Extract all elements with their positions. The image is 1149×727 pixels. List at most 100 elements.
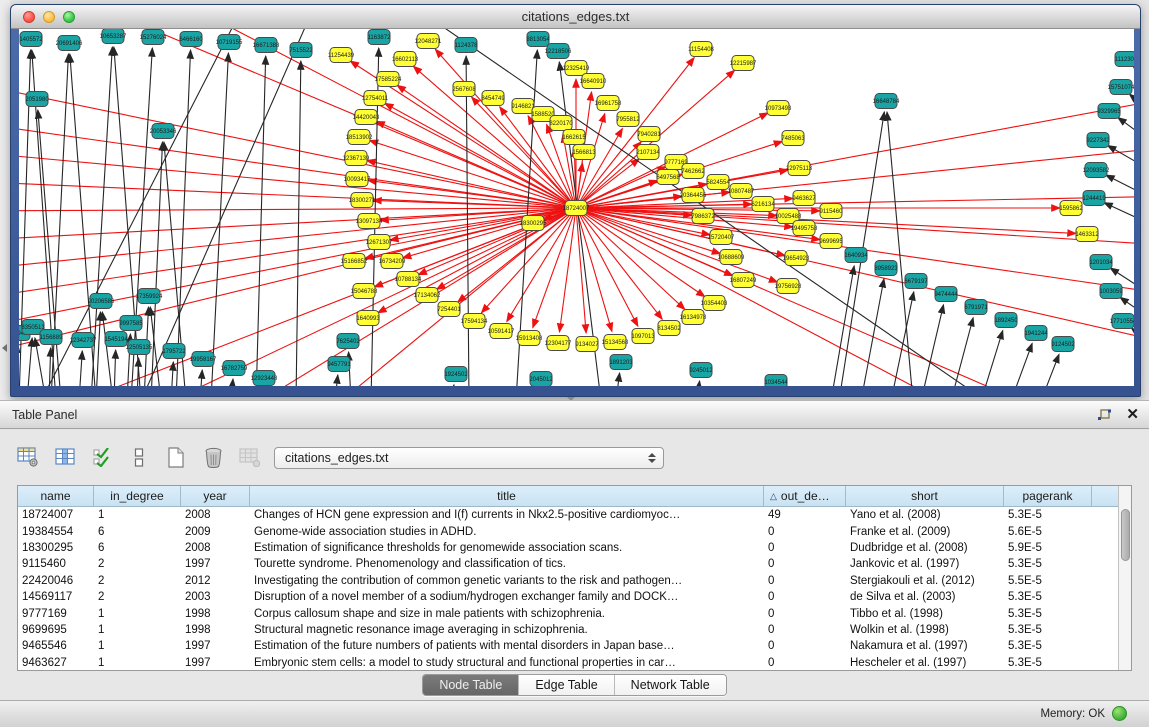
scrollbar-thumb[interactable] bbox=[1121, 509, 1130, 561]
table-cell[interactable]: Stergiakouli et al. (2012) bbox=[846, 575, 1004, 587]
graph-node[interactable]: 1795722 bbox=[162, 344, 186, 359]
table-cell[interactable]: 0 bbox=[764, 608, 846, 620]
graph-node[interactable]: 17585224 bbox=[375, 72, 402, 87]
graph-node[interactable]: 10093417 bbox=[344, 172, 371, 187]
table-cell[interactable]: Nakamura et al. (1997) bbox=[846, 640, 1004, 652]
graph-node[interactable]: 12048271 bbox=[415, 34, 442, 49]
graph-node[interactable]: 2051980 bbox=[25, 92, 49, 107]
column-header-out_de[interactable]: △out_de… bbox=[764, 486, 846, 506]
graph-node[interactable]: 12342737 bbox=[70, 333, 97, 348]
graph-node[interactable]: 1034544 bbox=[764, 375, 788, 387]
table-cell[interactable]: 1998 bbox=[181, 624, 250, 636]
graph-node[interactable]: 5824554 bbox=[706, 175, 730, 190]
graph-node[interactable]: 15913408 bbox=[516, 331, 543, 346]
table-cell[interactable]: 18724007 bbox=[18, 509, 94, 521]
table-cell[interactable]: 5.3E-5 bbox=[1004, 657, 1092, 669]
graph-node[interactable]: 7515522 bbox=[289, 43, 313, 58]
graph-node[interactable]: 12671307 bbox=[366, 235, 393, 250]
table-cell[interactable]: 1 bbox=[94, 608, 181, 620]
memory-status-indicator-icon[interactable] bbox=[1112, 706, 1127, 721]
graph-node[interactable]: 1163872 bbox=[368, 30, 392, 45]
table-settings-icon[interactable] bbox=[14, 444, 42, 470]
graph-node[interactable]: 1097013 bbox=[631, 329, 655, 344]
network-canvas[interactable]: 1872400718300295140557220691406106532871… bbox=[19, 29, 1134, 386]
graph-node[interactable]: 1201034 bbox=[1089, 255, 1113, 270]
table-cell[interactable]: 19384554 bbox=[18, 526, 94, 538]
table-cell[interactable]: 9463627 bbox=[18, 657, 94, 669]
table-cell[interactable]: Estimation of significance thresholds fo… bbox=[250, 542, 764, 554]
graph-node[interactable]: 16961758 bbox=[595, 96, 622, 111]
table-cell[interactable]: 2003 bbox=[181, 591, 250, 603]
graph-node[interactable]: 10591417 bbox=[488, 324, 515, 339]
import-table-icon[interactable] bbox=[236, 444, 264, 470]
graph-node[interactable]: 1566813 bbox=[572, 145, 596, 160]
table-cell[interactable]: 9777169 bbox=[18, 608, 94, 620]
graph-node[interactable]: 6216134 bbox=[751, 197, 775, 212]
graph-node[interactable]: 1891203 bbox=[609, 355, 633, 370]
graph-node[interactable]: 17710554 bbox=[1110, 314, 1134, 329]
graph-node[interactable]: 10788134 bbox=[395, 272, 422, 287]
table-cell[interactable]: 5.3E-5 bbox=[1004, 509, 1092, 521]
close-panel-icon[interactable]: ✕ bbox=[1126, 406, 1139, 424]
graph-node[interactable]: 6679197 bbox=[904, 274, 928, 289]
graph-node[interactable]: 7940281 bbox=[637, 127, 661, 142]
table-row[interactable]: 946362711997Embryonic stem cells: a mode… bbox=[18, 655, 1131, 671]
graph-node[interactable]: 13097134 bbox=[356, 214, 383, 229]
table-cell[interactable]: 1997 bbox=[181, 657, 250, 669]
table-cell[interactable]: 2 bbox=[94, 558, 181, 570]
graph-node[interactable]: 19958167 bbox=[190, 352, 217, 367]
row-height-icon[interactable] bbox=[125, 444, 153, 470]
table-cell[interactable]: 1 bbox=[94, 624, 181, 636]
graph-node[interactable]: 1112304 bbox=[1115, 52, 1134, 67]
table-cell[interactable]: 2008 bbox=[181, 542, 250, 554]
graph-node[interactable]: 9115460 bbox=[820, 204, 844, 219]
table-cell[interactable]: Embryonic stem cells: a model to study s… bbox=[250, 657, 764, 669]
graph-node[interactable]: 7955812 bbox=[616, 112, 640, 127]
table-cell[interactable]: 1997 bbox=[181, 558, 250, 570]
graph-node[interactable]: 16734209 bbox=[379, 254, 406, 269]
graph-node[interactable]: 12367139 bbox=[343, 151, 370, 166]
graph-node[interactable]: 8813054 bbox=[526, 32, 550, 47]
graph-node[interactable]: 16671388 bbox=[253, 38, 280, 53]
table-row[interactable]: 969969511998Structural magnetic resonanc… bbox=[18, 622, 1131, 638]
table-cell[interactable]: 5.3E-5 bbox=[1004, 624, 1092, 636]
table-cell[interactable]: 0 bbox=[764, 542, 846, 554]
table-row[interactable]: 1872400712008Changes of HCN gene express… bbox=[18, 507, 1131, 523]
graph-node[interactable]: 10719155 bbox=[216, 35, 243, 50]
graph-node[interactable]: 2107134 bbox=[636, 145, 660, 160]
column-header-short[interactable]: short bbox=[846, 486, 1004, 506]
graph-node[interactable]: 19654923 bbox=[783, 251, 810, 266]
graph-node[interactable]: 12093582 bbox=[1083, 163, 1110, 178]
graph-node[interactable]: 16602113 bbox=[392, 52, 419, 67]
graph-node[interactable]: 20053346 bbox=[150, 124, 177, 139]
graph-node[interactable]: 1662615 bbox=[562, 130, 586, 145]
graph-node[interactable]: 1003059 bbox=[1099, 284, 1123, 299]
graph-node[interactable]: 1124378 bbox=[455, 38, 479, 53]
table-cell[interactable]: 1997 bbox=[181, 640, 250, 652]
table-cell[interactable]: 49 bbox=[764, 509, 846, 521]
column-visibility-icon[interactable] bbox=[51, 444, 79, 470]
tab-network-table[interactable]: Network Table bbox=[615, 675, 726, 695]
new-table-icon[interactable] bbox=[162, 444, 190, 470]
table-cell[interactable]: 1998 bbox=[181, 608, 250, 620]
table-cell[interactable]: Yano et al. (2008) bbox=[846, 509, 1004, 521]
graph-node[interactable]: 19756928 bbox=[775, 279, 802, 294]
graph-node[interactable]: 9329965 bbox=[1097, 104, 1121, 119]
graph-node[interactable]: 2567608 bbox=[452, 82, 476, 97]
table-row[interactable]: 977716911998Corpus callosum shape and si… bbox=[18, 605, 1131, 621]
table-cell[interactable]: de Silva et al. (2003) bbox=[846, 591, 1004, 603]
table-cell[interactable]: 5.6E-5 bbox=[1004, 526, 1092, 538]
table-cell[interactable]: 5.3E-5 bbox=[1004, 591, 1092, 603]
graph-node[interactable]: 18300295 bbox=[520, 216, 547, 231]
graph-node[interactable]: 7625402 bbox=[336, 334, 360, 349]
table-cell[interactable]: Corpus callosum shape and size in male p… bbox=[250, 608, 764, 620]
graph-node[interactable]: 20206586 bbox=[88, 294, 115, 309]
graph-node[interactable]: 10973493 bbox=[765, 101, 792, 116]
graph-node[interactable]: 17134062 bbox=[414, 288, 441, 303]
graph-node[interactable]: 18513902 bbox=[346, 130, 373, 145]
table-cell[interactable]: 18300295 bbox=[18, 542, 94, 554]
graph-node[interactable]: 8958923 bbox=[874, 261, 898, 276]
graph-node[interactable]: 2045012 bbox=[529, 372, 553, 387]
graph-node[interactable]: 12975113 bbox=[786, 161, 813, 176]
graph-node[interactable]: 20691406 bbox=[56, 36, 83, 51]
